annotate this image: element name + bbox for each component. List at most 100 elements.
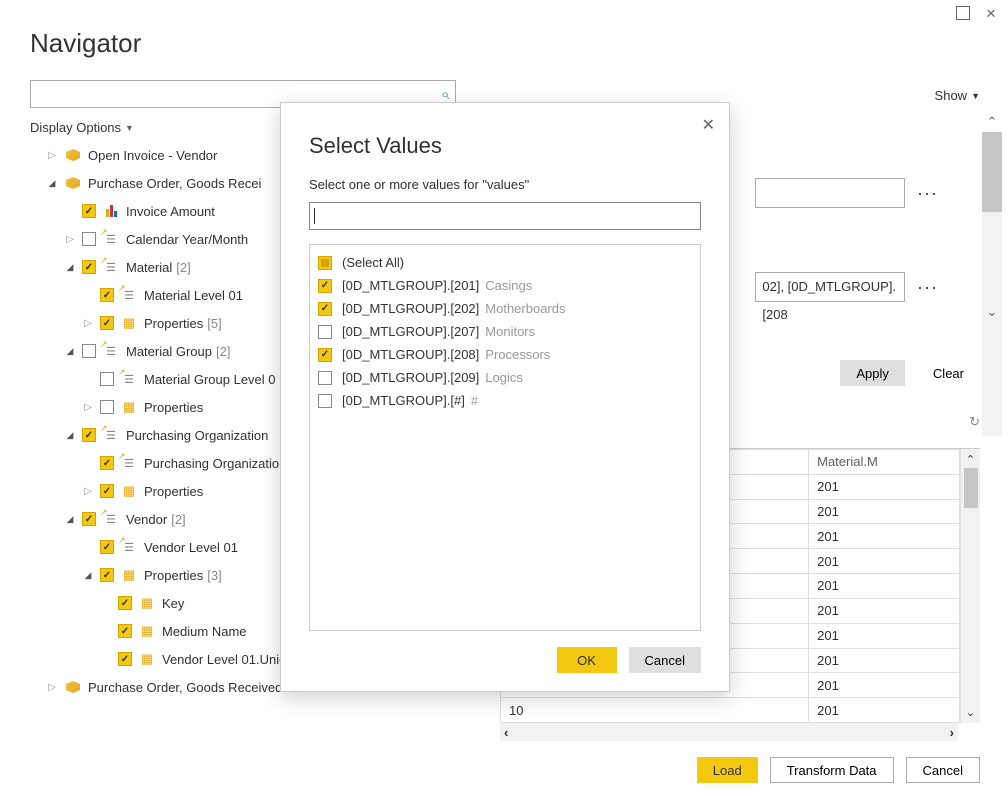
search-icon: ⌕: [441, 86, 449, 103]
value-item[interactable]: [0D_MTLGROUP].[#]#: [312, 389, 698, 412]
checkbox[interactable]: [318, 325, 332, 339]
cube-icon: [64, 175, 82, 191]
value-code: [0D_MTLGROUP].[#]: [342, 393, 465, 408]
checkbox[interactable]: [118, 624, 132, 638]
table-vertical-scrollbar[interactable]: ⌃ ⌄: [960, 449, 980, 723]
checkbox[interactable]: [82, 260, 96, 274]
select-all-label: (Select All): [342, 255, 404, 270]
column-header[interactable]: Material.M: [809, 450, 960, 475]
refresh-preview-icon[interactable]: ↻: [969, 414, 980, 430]
tree-item-label: Purchasing Organizatio: [144, 456, 279, 471]
table-horizontal-scrollbar[interactable]: ‹ ›: [500, 723, 958, 741]
hierarchy-icon: [120, 539, 138, 555]
load-button[interactable]: Load: [697, 757, 758, 783]
scroll-up-icon[interactable]: ⌃: [982, 114, 1002, 130]
parameter-browse-2[interactable]: ···: [917, 277, 938, 298]
checkbox[interactable]: [100, 288, 114, 302]
scroll-down-icon[interactable]: ⌄: [982, 304, 1002, 320]
scroll-thumb[interactable]: [982, 132, 1002, 212]
table-cell: 201: [809, 673, 960, 698]
table-cell: 201: [809, 474, 960, 499]
table-cell: 201: [809, 499, 960, 524]
expand-icon[interactable]: [46, 150, 58, 161]
checkbox[interactable]: [318, 302, 332, 316]
checkbox[interactable]: [318, 371, 332, 385]
table-cell: 201: [809, 524, 960, 549]
tree-item-count: [5]: [207, 316, 221, 331]
table-cell: 201: [809, 574, 960, 599]
checkbox[interactable]: [100, 456, 114, 470]
checkbox[interactable]: [100, 372, 114, 386]
transform-data-button[interactable]: Transform Data: [770, 757, 894, 783]
checkbox[interactable]: [318, 279, 332, 293]
select-all-checkbox[interactable]: [318, 256, 332, 270]
table-icon: [138, 623, 156, 639]
checkbox[interactable]: [118, 596, 132, 610]
parameter-browse-1[interactable]: ···: [917, 183, 938, 204]
checkbox[interactable]: [100, 316, 114, 330]
hierarchy-icon: [120, 287, 138, 303]
expand-icon[interactable]: [82, 570, 94, 581]
dialog-close-button[interactable]: ✕: [702, 115, 715, 135]
table-icon: [120, 399, 138, 415]
tree-item-label: Vendor: [126, 512, 167, 527]
cancel-button[interactable]: Cancel: [906, 757, 980, 783]
checkbox[interactable]: [82, 232, 96, 246]
value-description: Motherboards: [485, 301, 565, 316]
value-item[interactable]: [0D_MTLGROUP].[202]Motherboards: [312, 297, 698, 320]
expand-icon[interactable]: [82, 486, 94, 497]
tree-item-label: Invoice Amount: [126, 204, 215, 219]
dialog-ok-button[interactable]: OK: [557, 647, 617, 673]
expand-icon[interactable]: [64, 430, 76, 441]
checkbox[interactable]: [318, 394, 332, 408]
tree-item-label: Purchasing Organization: [126, 428, 268, 443]
checkbox[interactable]: [100, 568, 114, 582]
checkbox[interactable]: [118, 652, 132, 666]
checkbox[interactable]: [82, 428, 96, 442]
value-description: Casings: [485, 278, 532, 293]
table-icon: [138, 651, 156, 667]
value-item[interactable]: [0D_MTLGROUP].[209]Logics: [312, 366, 698, 389]
checkbox[interactable]: [82, 344, 96, 358]
scroll-down-icon[interactable]: ⌄: [966, 706, 975, 719]
clear-button[interactable]: Clear: [917, 360, 980, 386]
table-row: 10201: [501, 698, 960, 723]
parameter-input-2[interactable]: 02], [0D_MTLGROUP].[208: [755, 272, 905, 302]
expand-icon[interactable]: [64, 234, 76, 245]
expand-icon[interactable]: [46, 178, 58, 189]
expand-icon[interactable]: [64, 262, 76, 273]
value-item[interactable]: [0D_MTLGROUP].[207]Monitors: [312, 320, 698, 343]
scroll-up-icon[interactable]: ⌃: [966, 453, 975, 466]
checkbox[interactable]: [100, 400, 114, 414]
scroll-right-icon[interactable]: ›: [950, 725, 954, 740]
value-item[interactable]: [0D_MTLGROUP].[201]Casings: [312, 274, 698, 297]
checkbox[interactable]: [100, 540, 114, 554]
expand-icon[interactable]: [46, 682, 58, 693]
expand-icon[interactable]: [82, 318, 94, 329]
checkbox[interactable]: [82, 204, 96, 218]
tree-item-label: Properties: [144, 316, 203, 331]
hierarchy-icon: [120, 455, 138, 471]
value-item[interactable]: [0D_MTLGROUP].[208]Processors: [312, 343, 698, 366]
tree-item-count: [3]: [207, 568, 221, 583]
maximize-button[interactable]: [956, 6, 970, 20]
scroll-left-icon[interactable]: ‹: [504, 725, 508, 740]
expand-icon[interactable]: [82, 402, 94, 413]
checkbox[interactable]: [100, 484, 114, 498]
table-icon: [120, 567, 138, 583]
close-button[interactable]: ✕: [984, 6, 998, 20]
dialog-title: Select Values: [309, 133, 701, 159]
page-title: Navigator: [30, 28, 141, 59]
show-dropdown[interactable]: Show ▼: [935, 88, 980, 103]
checkbox[interactable]: [318, 348, 332, 362]
table-icon: [120, 315, 138, 331]
expand-icon[interactable]: [64, 514, 76, 525]
dialog-filter-input[interactable]: [309, 202, 701, 230]
checkbox[interactable]: [82, 512, 96, 526]
dialog-cancel-button[interactable]: Cancel: [629, 647, 701, 673]
scroll-thumb[interactable]: [964, 468, 978, 508]
panel-vertical-scrollbar[interactable]: ⌃ ⌄: [982, 114, 1002, 454]
apply-button[interactable]: Apply: [840, 360, 905, 386]
parameter-input-1[interactable]: [755, 178, 905, 208]
expand-icon[interactable]: [64, 346, 76, 357]
